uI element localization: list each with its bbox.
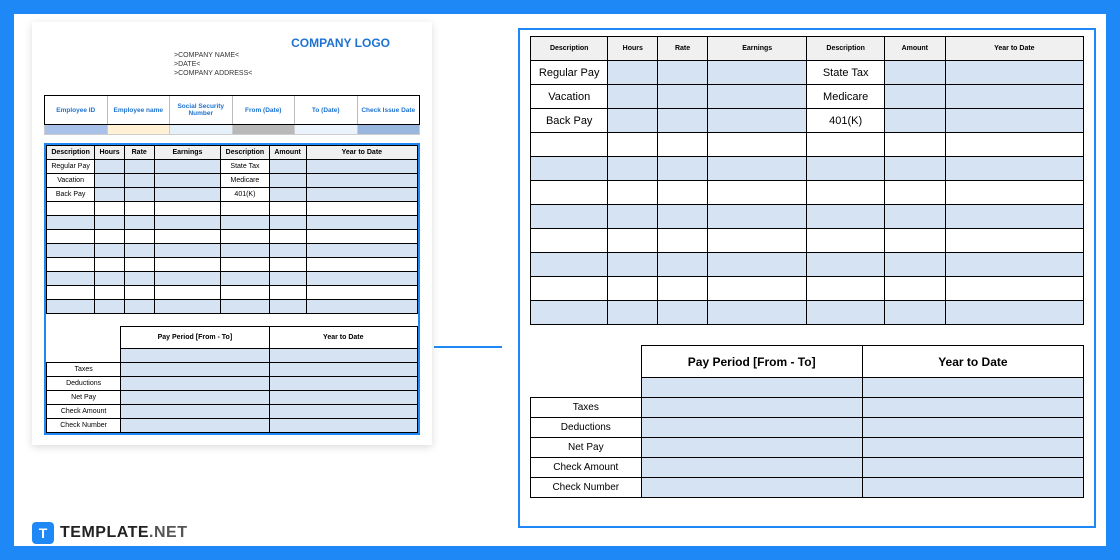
summary-table-zoom: Pay Period [From - To]Year to Date Taxes… <box>530 345 1084 498</box>
sum-label: Taxes <box>531 398 642 418</box>
th-desc: Description <box>531 37 608 61</box>
sum-label: Check Amount <box>531 458 642 478</box>
cell: Back Pay <box>531 109 608 133</box>
sum-label: Check Amount <box>47 405 121 419</box>
info-check: Check Issue Date <box>358 96 420 124</box>
sum-label: Deductions <box>531 418 642 438</box>
brand-icon: T <box>32 522 54 544</box>
pay-panel-small: Description Hours Rate Earnings Descript… <box>44 143 420 435</box>
th-desc2: Description <box>807 37 884 61</box>
th-desc: Description <box>47 146 95 160</box>
sum-label: Net Pay <box>47 391 121 405</box>
info-header-row: Employee ID Employee name Social Securit… <box>44 95 420 125</box>
th-rate: Rate <box>124 146 154 160</box>
sum-label: Deductions <box>47 377 121 391</box>
info-to: To (Date) <box>295 96 358 124</box>
info-from: From (Date) <box>233 96 296 124</box>
company-logo: COMPANY LOGO <box>44 36 390 50</box>
cell: Vacation <box>47 174 95 188</box>
cell: 401(K) <box>221 188 269 202</box>
meta-address: >COMPANY ADDRESS< <box>44 70 420 77</box>
cell: Back Pay <box>47 188 95 202</box>
meta-date: >DATE< <box>44 61 420 68</box>
info-ssn: Social Security Number <box>170 96 233 124</box>
info-emp-id: Employee ID <box>45 96 108 124</box>
th-ytd: Year to Date <box>945 37 1083 61</box>
th-rate: Rate <box>658 37 708 61</box>
summary-table-small: Pay Period [From - To]Year to Date Taxes… <box>46 326 418 433</box>
th-amount: Amount <box>884 37 945 61</box>
info-color-bar <box>44 125 420 135</box>
cell: State Tax <box>221 160 269 174</box>
th-pp: Pay Period [From - To] <box>641 346 862 378</box>
cell: Regular Pay <box>47 160 95 174</box>
th-hours: Hours <box>608 37 658 61</box>
zoom-connector <box>434 346 502 348</box>
cell: State Tax <box>807 61 884 85</box>
brand-badge: T TEMPLATE.NET <box>32 522 187 544</box>
th-earn: Earnings <box>154 146 221 160</box>
th-pp: Pay Period [From - To] <box>121 327 269 349</box>
cell: Medicare <box>807 85 884 109</box>
th-ytd: Year to Date <box>306 146 417 160</box>
th-amount: Amount <box>269 146 306 160</box>
th-hours: Hours <box>95 146 125 160</box>
th-desc2: Description <box>221 146 269 160</box>
cell: 401(K) <box>807 109 884 133</box>
document-thumbnail: COMPANY LOGO >COMPANY NAME< >DATE< >COMP… <box>32 22 432 445</box>
meta-company: >COMPANY NAME< <box>44 52 420 59</box>
info-emp-name: Employee name <box>108 96 171 124</box>
canvas: COMPANY LOGO >COMPANY NAME< >DATE< >COMP… <box>14 14 1106 546</box>
cell: Regular Pay <box>531 61 608 85</box>
cell: Vacation <box>531 85 608 109</box>
zoom-panel: Description Hours Rate Earnings Descript… <box>518 28 1096 528</box>
cell: Medicare <box>221 174 269 188</box>
th-ytd2: Year to Date <box>269 327 417 349</box>
sum-label: Net Pay <box>531 438 642 458</box>
sum-label: Check Number <box>531 478 642 498</box>
th-earn: Earnings <box>707 37 807 61</box>
sum-label: Taxes <box>47 363 121 377</box>
pay-table-zoom: Description Hours Rate Earnings Descript… <box>530 36 1084 325</box>
brand-text: TEMPLATE.NET <box>60 524 187 542</box>
th-ytd2: Year to Date <box>862 346 1083 378</box>
sum-label: Check Number <box>47 419 121 433</box>
pay-table-small: Description Hours Rate Earnings Descript… <box>46 145 418 314</box>
